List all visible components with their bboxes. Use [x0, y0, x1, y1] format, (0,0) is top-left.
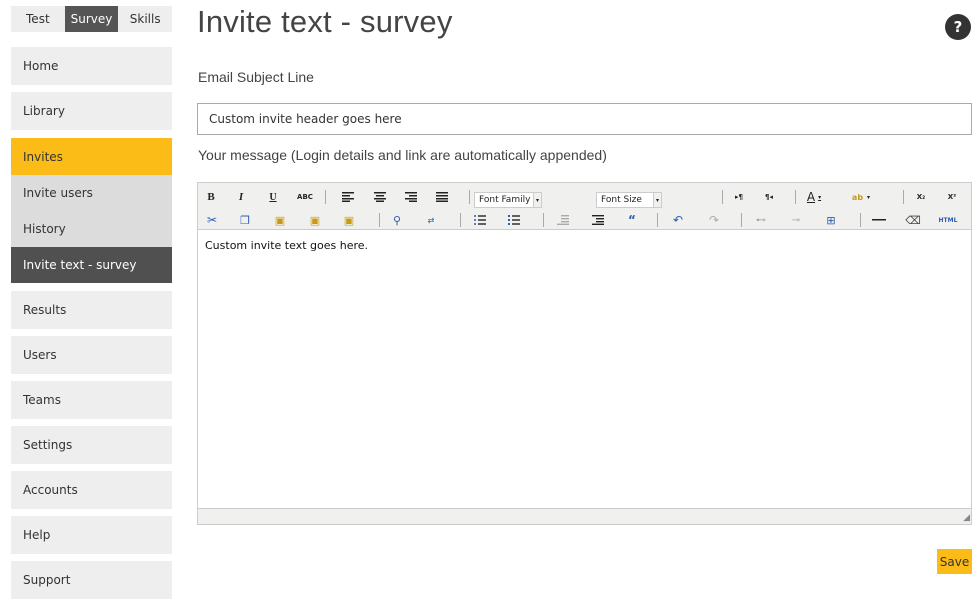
sidebar-item-help[interactable]: Help [11, 516, 172, 554]
rtl-icon[interactable]: ¶◂ [759, 188, 779, 206]
save-button[interactable]: Save [937, 549, 972, 574]
font-family-select[interactable]: Font Family ▾ [474, 192, 542, 208]
replace-icon[interactable]: ⇄ [421, 211, 441, 229]
toolbar-separator [903, 190, 904, 204]
align-right-icon[interactable] [401, 188, 421, 206]
toolbar-separator [543, 213, 544, 227]
italic-icon[interactable]: I [231, 188, 251, 206]
sidebar-subitem-invite-text-survey[interactable]: Invite text - survey [11, 247, 172, 283]
editor-toolbar: B I U ABC Font Family ▾ Font Size ▾ ▸¶ ¶… [198, 183, 971, 230]
strikethrough-icon[interactable]: ABC [295, 188, 315, 206]
bold-icon[interactable]: B [201, 188, 221, 206]
sidebar-subitem-invite-users[interactable]: Invite users [11, 175, 172, 211]
tab-test[interactable]: Test [11, 6, 65, 32]
subject-input[interactable] [197, 103, 972, 135]
undo-icon[interactable]: ↶ [668, 211, 688, 229]
sidebar-item-invites[interactable]: Invites [11, 138, 172, 176]
toolbar-separator [795, 190, 796, 204]
toolbar-separator [657, 213, 658, 227]
message-label: Your message (Login details and link are… [198, 147, 607, 163]
paste-text-icon[interactable]: ▣ [305, 211, 325, 229]
image-icon[interactable]: ⊞ [821, 211, 841, 229]
align-center-icon[interactable] [370, 188, 390, 206]
toolbar-separator [722, 190, 723, 204]
page-title: Invite text - survey [197, 4, 453, 39]
chevron-down-icon: ▾ [653, 193, 661, 207]
link-icon[interactable]: ⊷ [751, 211, 771, 229]
align-left-icon[interactable] [338, 188, 358, 206]
toolbar-separator [860, 213, 861, 227]
font-size-label: Font Size [601, 195, 642, 205]
unlink-icon[interactable]: ⊸ [786, 211, 806, 229]
bullet-list-icon[interactable] [470, 211, 490, 229]
paste-word-icon[interactable]: ▣ [339, 211, 359, 229]
blockquote-icon[interactable]: “ [622, 211, 642, 229]
sidebar-item-support[interactable]: Support [11, 561, 172, 599]
horizontal-rule-icon[interactable] [869, 211, 889, 229]
sidebar-item-home[interactable]: Home [11, 47, 172, 85]
product-tabs: Test Survey Skills [11, 6, 172, 32]
paste-icon[interactable]: ▣ [270, 211, 290, 229]
message-editor: B I U ABC Font Family ▾ Font Size ▾ ▸¶ ¶… [197, 182, 972, 525]
toolbar-separator [469, 190, 470, 204]
sidebar-item-teams[interactable]: Teams [11, 381, 172, 419]
eraser-icon[interactable]: ⌫ [903, 211, 923, 229]
sidebar-item-settings[interactable]: Settings [11, 426, 172, 464]
toolbar-separator [460, 213, 461, 227]
toolbar-separator [379, 213, 380, 227]
chevron-down-icon: ▾ [533, 193, 541, 207]
underline-icon[interactable]: U [263, 188, 283, 206]
font-size-select[interactable]: Font Size ▾ [596, 192, 662, 208]
sidebar-subitem-history[interactable]: History [11, 211, 172, 247]
align-justify-icon[interactable] [432, 188, 452, 206]
superscript-icon[interactable]: X² [942, 188, 962, 206]
copy-icon[interactable]: ❐ [235, 211, 255, 229]
font-family-label: Font Family [479, 195, 531, 205]
editor-status-bar: ◢ [198, 508, 971, 524]
cut-icon[interactable]: ✂ [202, 211, 222, 229]
toolbar-separator [325, 190, 326, 204]
sidebar-item-library[interactable]: Library [11, 92, 172, 130]
find-icon[interactable]: ⚲ [387, 211, 407, 229]
subject-label: Email Subject Line [198, 69, 314, 85]
tab-survey[interactable]: Survey [64, 6, 119, 32]
toolbar-separator [741, 213, 742, 227]
ltr-icon[interactable]: ▸¶ [729, 188, 749, 206]
editor-content[interactable]: Custom invite text goes here. [198, 231, 971, 508]
numbered-list-icon[interactable] [504, 211, 524, 229]
html-source-icon[interactable]: HTML [938, 211, 958, 229]
tab-skills[interactable]: Skills [118, 6, 172, 32]
sidebar-item-users[interactable]: Users [11, 336, 172, 374]
resize-grip-icon[interactable]: ◢ [960, 513, 970, 523]
sidebar-item-results[interactable]: Results [11, 291, 172, 329]
sidebar-item-accounts[interactable]: Accounts [11, 471, 172, 509]
outdent-icon[interactable] [553, 211, 573, 229]
highlight-color-icon[interactable]: ab ▾ [851, 188, 871, 206]
text-color-icon[interactable]: A ▾ [804, 188, 824, 206]
redo-icon[interactable]: ↷ [704, 211, 724, 229]
subscript-icon[interactable]: X₂ [911, 188, 931, 206]
help-icon[interactable]: ? [945, 14, 971, 40]
indent-icon[interactable] [588, 211, 608, 229]
